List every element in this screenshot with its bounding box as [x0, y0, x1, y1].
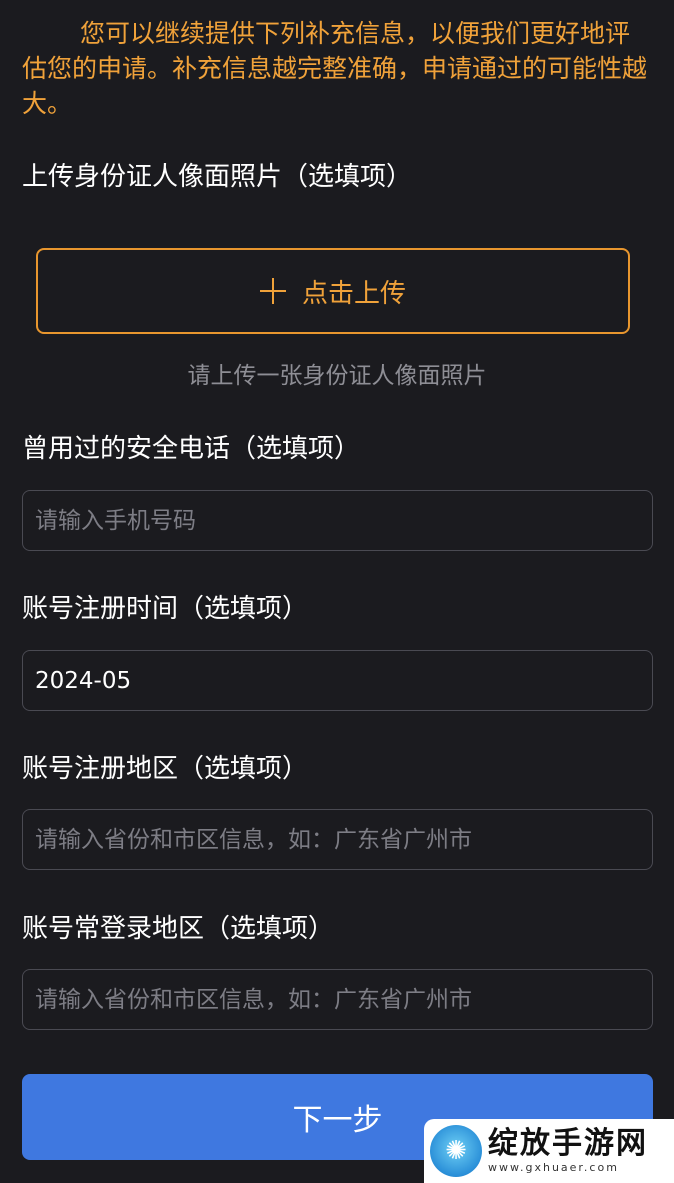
- id-photo-label: 上传身份证人像面照片（选填项）: [22, 162, 413, 192]
- notice-text: 您可以继续提供下列补充信息，以便我们更好地评估您的申请。补充信息越完整准确，申请…: [22, 19, 648, 118]
- upload-hint: 请上传一张身份证人像面照片: [187, 363, 487, 389]
- register-time-label: 账号注册时间（选填项）: [22, 594, 309, 624]
- safe-phone-label: 曾用过的安全电话（选填项）: [22, 434, 361, 464]
- safe-phone-input[interactable]: [22, 490, 653, 551]
- login-region-input[interactable]: [22, 969, 653, 1030]
- register-time-input[interactable]: [22, 650, 653, 711]
- supplement-info-page: 您可以继续提供下列补充信息，以便我们更好地评估您的申请。补充信息越完整准确，申请…: [0, 0, 674, 1183]
- watermark-text: 绽放手游网 www.gxhuaer.com: [488, 1127, 648, 1175]
- upload-button[interactable]: 点击上传: [36, 248, 630, 334]
- register-region-input[interactable]: [22, 809, 653, 870]
- upload-button-label: 点击上传: [301, 278, 406, 309]
- watermark-url: www.gxhuaer.com: [488, 1161, 619, 1174]
- login-region-label: 账号常登录地区（选填项）: [22, 914, 335, 944]
- octopus-icon: ✺: [430, 1125, 482, 1177]
- register-region-label: 账号注册地区（选填项）: [22, 754, 309, 784]
- watermark-title: 绽放手游网: [488, 1126, 648, 1161]
- watermark: ✺ 绽放手游网 www.gxhuaer.com: [424, 1119, 674, 1183]
- plus-icon: [259, 278, 286, 304]
